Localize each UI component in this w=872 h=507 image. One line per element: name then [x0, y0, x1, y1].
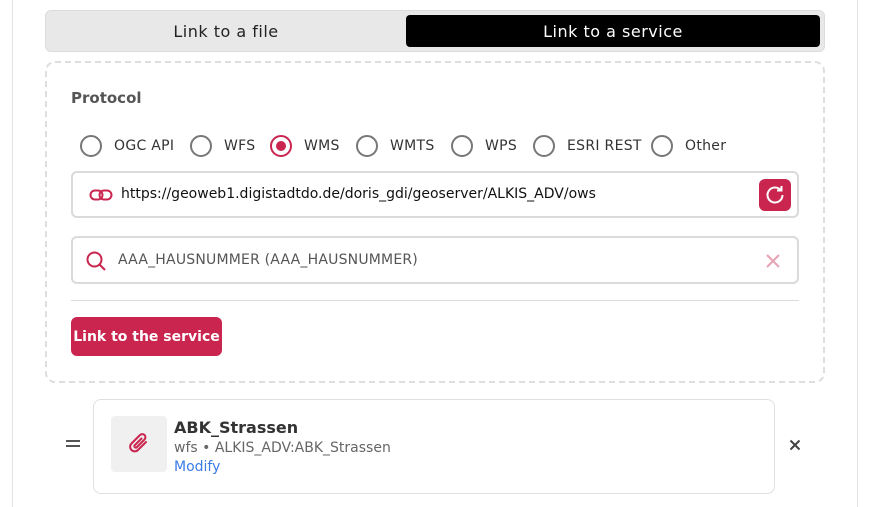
service-url-value[interactable]: https://geoweb1.digistadtdo.de/doris_gdi… [121, 186, 596, 202]
close-icon[interactable] [788, 438, 802, 452]
radio-circle[interactable] [270, 135, 292, 157]
protocol-label: Protocol [71, 89, 142, 107]
radio-circle[interactable] [356, 135, 378, 157]
radio-ogc-api[interactable]: OGC API [80, 134, 174, 158]
radio-circle[interactable] [80, 135, 102, 157]
radio-label: Other [685, 138, 727, 154]
paperclip-icon [129, 433, 147, 453]
linked-resource-card: ABK_Strassen wfs • ALKIS_ADV:ABK_Strasse… [93, 399, 775, 494]
radio-other[interactable]: Other [651, 134, 726, 158]
layer-select-value[interactable]: AAA_HAUSNUMMER (AAA_HAUSNUMMER) [118, 252, 418, 268]
radio-esri-rest[interactable]: ESRI REST [533, 134, 642, 158]
radio-wms[interactable]: WMS [270, 134, 340, 158]
refresh-button[interactable] [759, 179, 791, 211]
service-url-field[interactable]: https://geoweb1.digistadtdo.de/doris_gdi… [71, 171, 799, 218]
tab-link-to-file[interactable]: Link to a file [50, 15, 402, 47]
radio-label: WMTS [390, 138, 435, 154]
radio-wfs[interactable]: WFS [190, 134, 255, 158]
layer-select-field[interactable]: AAA_HAUSNUMMER (AAA_HAUSNUMMER) [71, 236, 799, 284]
clear-icon[interactable] [764, 252, 782, 270]
radio-label: ESRI REST [567, 138, 642, 154]
resource-title: ABK_Strassen [174, 418, 299, 437]
resource-thumbnail [111, 416, 167, 472]
resource-subtitle: wfs • ALKIS_ADV:ABK_Strassen [174, 440, 391, 456]
modify-link[interactable]: Modify [174, 459, 220, 475]
radio-label: WMS [304, 138, 340, 154]
search-icon [86, 251, 106, 271]
radio-wps[interactable]: WPS [451, 134, 517, 158]
radio-circle[interactable] [533, 135, 555, 157]
radio-circle[interactable] [190, 135, 212, 157]
radio-label: WFS [224, 138, 256, 154]
radio-circle[interactable] [451, 135, 473, 157]
link-mode-toggle: Link to a file Link to a service [45, 10, 825, 52]
refresh-icon [766, 186, 784, 204]
divider [71, 300, 799, 301]
radio-circle[interactable] [651, 135, 673, 157]
drag-handle-icon[interactable] [66, 440, 80, 450]
link-to-service-button[interactable]: Link to the service [71, 317, 222, 356]
radio-label: OGC API [114, 138, 175, 154]
tab-link-to-service[interactable]: Link to a service [406, 15, 820, 47]
radio-label: WPS [485, 138, 518, 154]
link-icon [89, 189, 113, 201]
radio-wmts[interactable]: WMTS [356, 134, 435, 158]
